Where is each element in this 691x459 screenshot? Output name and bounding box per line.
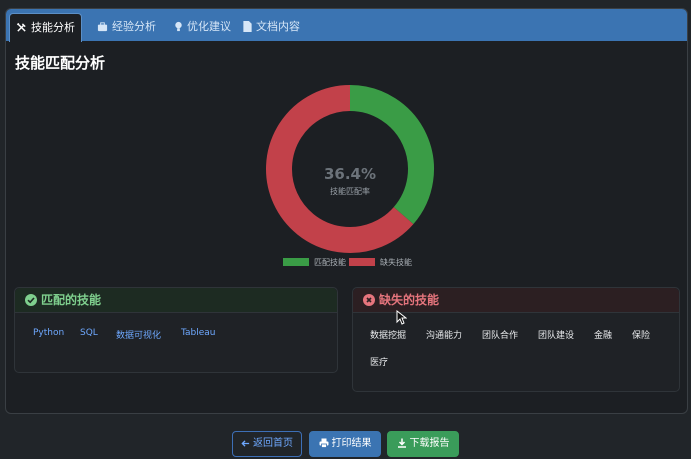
tab-optimization[interactable]: 优化建议 [168,13,237,41]
missing-skill: 保险 [632,331,651,341]
tab-label: 优化建议 [187,20,231,33]
match-rate-label: 技能匹配率 [330,187,370,196]
back-home-button[interactable]: 返回首页 [232,431,302,457]
matched-skills-header: 匹配的技能 [15,288,337,313]
legend-label: 匹配技能 [314,258,346,267]
tab-document[interactable]: 文档内容 [237,13,306,41]
missing-skill: 团队建设 [538,331,575,341]
page-title: 技能匹配分析 [15,54,106,72]
legend-swatch-matched [283,258,309,266]
tab-experience-analysis[interactable]: 经验分析 [91,13,162,41]
tab-label: 技能分析 [31,21,75,34]
missing-skill: 医疗 [370,358,389,368]
missing-skill: 金融 [594,331,613,341]
legend-matched[interactable]: 匹配技能 [283,257,346,268]
legend-missing[interactable]: 缺失技能 [349,257,412,268]
tab-skill-analysis[interactable]: 技能分析 [9,13,82,42]
lightbulb-icon [175,21,182,32]
tab-label: 文档内容 [256,20,300,33]
print-button[interactable]: 打印结果 [309,431,381,457]
missing-skill: 团队合作 [482,331,519,341]
matched-skill: 数据可视化 [116,331,162,341]
matched-skills-panel: 匹配的技能 Python SQL 数据可视化 Tableau [14,287,338,373]
legend-swatch-missing [349,258,375,266]
print-label: 打印结果 [331,438,372,449]
donut-slice-matched[interactable] [349,85,434,225]
check-circle-icon [25,294,37,306]
missing-skill: 沟通能力 [426,331,463,341]
file-icon [243,21,252,32]
printer-icon [319,438,328,448]
arrow-left-icon [241,440,250,447]
legend-label: 缺失技能 [380,258,412,267]
matched-skill: Python [33,328,65,338]
download-report-button[interactable]: 下载报告 [387,431,459,457]
missing-skills-title: 缺失的技能 [379,293,440,307]
briefcase-icon [97,22,108,32]
missing-skills-panel: 缺失的技能 数据挖掘 沟通能力 团队合作 团队建设 金融 保险 医疗 [352,287,680,392]
matched-skill: SQL [80,328,98,338]
mouse-cursor-icon [396,310,407,325]
match-rate-value: 36.4% [323,165,377,183]
tab-label: 经验分析 [112,20,156,33]
matched-skill: Tableau [181,328,216,338]
matched-skills-title: 匹配的技能 [41,293,102,307]
download-icon [397,438,406,448]
analysis-card: 技能分析 经验分析 优化建议 文档内容 技能匹配分析 36.4% 技能匹配率 匹… [5,8,688,414]
back-home-label: 返回首页 [253,438,293,449]
tools-icon [16,22,26,32]
tab-bar: 技能分析 经验分析 优化建议 文档内容 [6,9,687,42]
missing-skill: 数据挖掘 [370,331,407,341]
download-label: 下载报告 [409,438,450,449]
x-circle-icon [363,294,375,306]
